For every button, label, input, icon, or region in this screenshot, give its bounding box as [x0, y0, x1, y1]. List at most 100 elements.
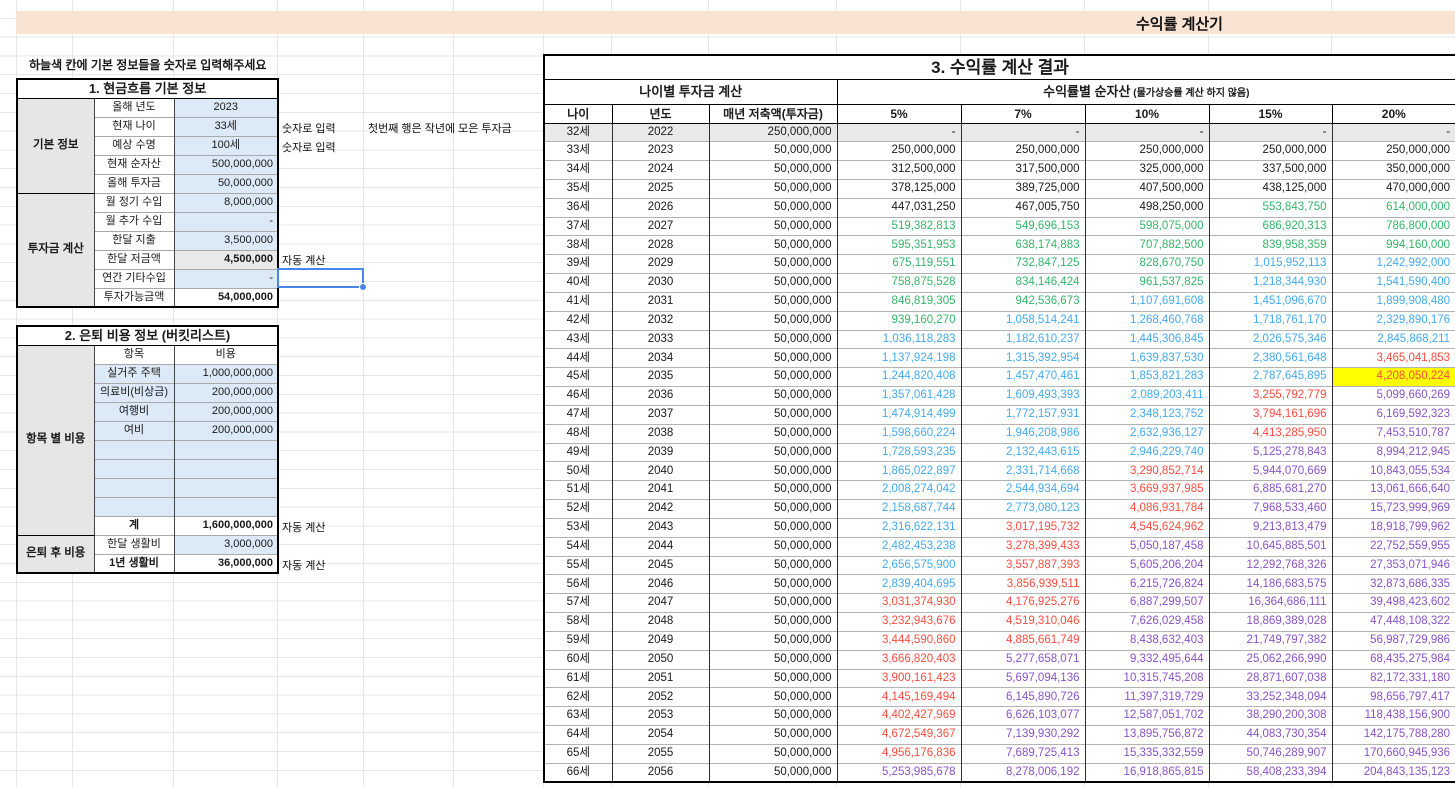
sheet-cell[interactable]: 2030 [611, 273, 709, 293]
sheet-cell[interactable]: 3,290,852,714 [1084, 461, 1209, 481]
sheet-cell[interactable]: 50,000,000 [708, 291, 837, 312]
sheet-cell[interactable]: 5,697,094,136 [960, 668, 1085, 688]
sheet-cell[interactable]: 3,900,161,423 [836, 668, 961, 688]
sheet-cell[interactable]: 3,031,374,930 [836, 593, 961, 613]
sheet-cell[interactable]: 50,746,289,907 [1208, 743, 1332, 764]
sheet-cell[interactable]: 2053 [611, 706, 709, 726]
sheet-cell[interactable]: 39,498,423,602 [1331, 593, 1455, 613]
sheet-cell[interactable]: 21,749,797,382 [1208, 630, 1332, 651]
sheet-cell[interactable]: 월 정기 수입 [93, 192, 174, 212]
sheet-cell[interactable]: 46세 [543, 386, 612, 406]
sheet-cell[interactable]: 60세 [543, 649, 612, 670]
sheet-cell[interactable]: 50,000,000 [708, 273, 837, 293]
sheet-cell[interactable]: 32,873,686,335 [1331, 574, 1455, 594]
sheet-cell[interactable]: 2052 [611, 687, 709, 707]
sheet-cell[interactable]: 2041 [611, 480, 709, 500]
sheet-cell[interactable]: 39세 [543, 254, 612, 274]
sheet-cell[interactable]: 498,250,000 [1084, 197, 1209, 218]
sheet-cell[interactable]: 994,160,000 [1331, 235, 1455, 255]
sheet-cell[interactable]: 2035 [611, 367, 709, 387]
sheet-cell[interactable]: 595,351,953 [836, 235, 961, 255]
sheet-cell[interactable]: 2044 [611, 536, 709, 557]
sheet-cell[interactable]: 939,160,270 [836, 310, 961, 331]
sheet-cell[interactable]: 1,609,493,393 [960, 386, 1085, 406]
sheet-cell[interactable]: 38,290,200,308 [1208, 706, 1332, 726]
sheet-cell[interactable]: 40세 [543, 273, 612, 293]
sheet-cell[interactable]: 50,000,000 [708, 574, 837, 594]
sheet-cell[interactable]: 2046 [611, 574, 709, 594]
sheet-cell[interactable]: 50,000,000 [708, 442, 837, 462]
sheet-cell[interactable]: 50,000,000 [708, 687, 837, 707]
sheet-cell[interactable]: 6,169,592,323 [1331, 404, 1455, 425]
sheet-cell[interactable]: 8,000,000 [173, 192, 278, 212]
sheet-cell[interactable]: 18,869,389,028 [1208, 612, 1332, 632]
sheet-cell[interactable]: 2022 [611, 122, 709, 142]
sheet-cell[interactable]: 47,448,108,322 [1331, 612, 1455, 632]
sheet-cell[interactable]: 50,000,000 [708, 310, 837, 331]
sheet-cell[interactable]: 4,956,176,836 [836, 743, 961, 764]
sheet-cell[interactable]: 65세 [543, 743, 612, 764]
sheet-cell[interactable]: 438,125,000 [1208, 178, 1332, 199]
sheet-cell[interactable]: 350,000,000 [1331, 160, 1455, 180]
sheet-cell[interactable]: 4,519,310,046 [960, 612, 1085, 632]
sheet-cell[interactable]: 항목 [93, 344, 174, 364]
sheet-cell[interactable]: - [836, 122, 961, 142]
sheet-cell[interactable]: 여비 [93, 420, 174, 440]
sheet-cell[interactable]: 50,000,000 [708, 178, 837, 199]
sheet-cell[interactable]: 7,689,725,413 [960, 743, 1085, 764]
sheet-cell[interactable]: 매년 저축액(투자금) [708, 103, 838, 124]
sheet-cell[interactable]: - [1084, 122, 1209, 142]
sheet-cell[interactable]: 1,242,992,000 [1331, 254, 1455, 274]
sheet-cell[interactable]: 4,145,169,494 [836, 687, 961, 707]
sheet-cell[interactable]: 2043 [611, 517, 709, 538]
sheet-cell[interactable]: 2,787,645,895 [1208, 367, 1332, 387]
sheet-cell[interactable]: 54세 [543, 536, 612, 557]
sheet-cell[interactable]: 33세 [543, 141, 612, 161]
sheet-cell[interactable]: 2023 [611, 141, 709, 161]
sheet-cell[interactable]: 36세 [543, 197, 612, 218]
sheet-cell[interactable]: 2,656,575,900 [836, 555, 961, 575]
sheet-cell[interactable]: 4,672,549,367 [836, 725, 961, 745]
sheet-cell[interactable]: 5% [836, 103, 962, 124]
sheet-cell[interactable]: 50,000,000 [708, 480, 837, 500]
sheet-cell[interactable]: 수익률별 순자산 (물가상승률 계산 하지 않음) [836, 78, 1455, 105]
sheet-cell[interactable]: 2028 [611, 235, 709, 255]
sheet-cell[interactable]: 2,331,714,668 [960, 461, 1085, 481]
sheet-cell[interactable]: 732,847,125 [960, 254, 1085, 274]
sheet-cell[interactable]: 1,058,514,241 [960, 310, 1085, 331]
sheet-cell[interactable]: 50,000,000 [708, 536, 837, 557]
sheet-cell[interactable]: 여행비 [93, 401, 174, 421]
sheet-cell[interactable]: 200,000,000 [173, 401, 279, 421]
sheet-cell[interactable]: 200,000,000 [173, 420, 279, 440]
sheet-cell[interactable]: 2,946,229,740 [1084, 442, 1209, 462]
sheet-cell[interactable]: 올해 년도 [93, 97, 174, 117]
sheet-cell[interactable]: 3,500,000 [173, 230, 278, 250]
sheet-cell[interactable]: 170,660,945,936 [1331, 743, 1455, 764]
sheet-cell[interactable]: 현재 순자산 [93, 154, 174, 174]
sheet-cell[interactable]: 250,000,000 [960, 141, 1085, 161]
sheet-cell[interactable]: 34세 [543, 160, 612, 180]
sheet-cell[interactable]: 18,918,799,962 [1331, 517, 1455, 538]
sheet-cell[interactable]: 2029 [611, 254, 709, 274]
sheet-cell[interactable]: 20% [1331, 103, 1455, 124]
sheet-cell[interactable]: 3,232,943,676 [836, 612, 961, 632]
sheet-cell[interactable] [173, 458, 279, 478]
sheet-cell[interactable]: 50,000,000 [708, 743, 837, 764]
sheet-cell[interactable]: 5,253,985,678 [836, 762, 961, 782]
sheet-cell[interactable]: 예상 수명 [93, 135, 174, 155]
sheet-cell[interactable]: 50,000,000 [708, 197, 837, 218]
sheet-cell[interactable]: 7,453,510,787 [1331, 423, 1455, 444]
sheet-cell[interactable]: 3,465,041,853 [1331, 348, 1455, 368]
sheet-cell[interactable]: 2,089,203,411 [1084, 386, 1209, 406]
sheet-cell[interactable]: 519,382,813 [836, 216, 961, 236]
sheet-cell[interactable]: - [173, 211, 278, 231]
sheet-cell[interactable]: 48세 [543, 423, 612, 444]
sheet-cell[interactable]: 638,174,883 [960, 235, 1085, 255]
sheet-cell[interactable]: 2037 [611, 404, 709, 425]
sheet-cell[interactable]: 5,050,187,458 [1084, 536, 1209, 557]
sheet-cell[interactable]: 3,444,590,860 [836, 630, 961, 651]
sheet-cell[interactable]: 실거주 주택 [93, 363, 174, 383]
sheet-cell[interactable]: 50,000,000 [708, 329, 837, 349]
sheet-cell[interactable]: 549,696,153 [960, 216, 1085, 236]
sheet-cell[interactable]: 32세 [543, 122, 612, 142]
